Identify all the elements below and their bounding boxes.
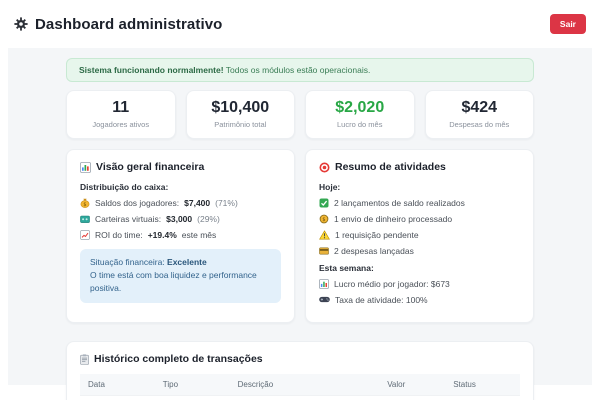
table-row: 15/01/2024 Lançamento João Silva - Poker… [80, 395, 520, 400]
activities-summary-card: Resumo de atividades Hoje: 2 lançamentos… [305, 149, 534, 323]
status-banner-bold: Sistema funcionando normalmente! [79, 65, 224, 75]
activity-item: 2 despesas lançadas [319, 246, 520, 256]
status-banner-text: Todos os módulos estão operacionais. [223, 65, 371, 75]
activity-item: $ 1 envio de dinheiro processado [319, 214, 520, 224]
clipboard-icon [80, 353, 89, 365]
finance-overview-card: Visão geral financeira Distribuição do c… [66, 149, 295, 323]
finance-item-value: $7,400 [184, 198, 211, 208]
activity-text: 2 lançamentos de saldo realizados [334, 198, 465, 208]
cell-date: 15/01/2024 [80, 395, 155, 400]
note-label: Situação financeira: [90, 257, 168, 267]
finance-item-player-balances: $ Saldos dos jogadores: $7,400 (71%) [80, 198, 281, 208]
finance-item-virtual-wallets: Carteiras virtuais: $3,000 (29%) [80, 214, 281, 224]
system-status-banner: Sistema funcionando normalmente! Todos o… [66, 58, 534, 82]
stat-card-month-expenses: $424 Despesas do mês [424, 90, 534, 139]
cash-distribution-label: Distribuição do caixa: [80, 182, 169, 192]
wallet-icon [80, 214, 90, 224]
stat-value: 11 [112, 99, 130, 116]
activity-text: Taxa de atividade: 100% [335, 295, 428, 305]
gear-icon [14, 17, 28, 31]
finance-item-value: $3,000 [166, 214, 193, 224]
finance-item-label: ROI do time: [95, 230, 143, 240]
note-value: Excelente [167, 257, 207, 267]
page-title: Dashboard administrativo [35, 15, 223, 33]
warning-icon [319, 230, 330, 240]
column-header-value: Valor [379, 374, 446, 396]
check-icon [319, 198, 329, 208]
today-label: Hoje: [319, 182, 341, 192]
activity-item: Taxa de atividade: 100% [319, 295, 520, 305]
finance-card-title-text: Visão geral financeira [96, 161, 205, 173]
stat-card-active-players: 11 Jogadores ativos [66, 90, 176, 139]
cell-status: Concluído [445, 395, 520, 400]
finance-item-label: Saldos dos jogadores: [95, 198, 180, 208]
financial-situation-note: Situação financeira: Excelente O time es… [80, 249, 281, 303]
stat-value: $10,400 [211, 99, 270, 116]
stat-label: Lucro do mês [337, 120, 383, 129]
activity-text: 1 envio de dinheiro processado [334, 214, 453, 224]
column-header-type: Tipo [154, 374, 230, 396]
activity-item: 2 lançamentos de saldo realizados [319, 198, 520, 208]
cell-value: +$140 [379, 395, 446, 400]
cell-type: Lançamento [154, 395, 230, 400]
finance-item-extra: (29%) [197, 214, 220, 224]
stat-value: $424 [461, 99, 498, 116]
svg-text:$: $ [322, 217, 325, 223]
finance-item-value: +19.4% [147, 230, 177, 240]
table-header-row: Data Tipo Descrição Valor Status [80, 374, 520, 396]
bar-chart-icon [319, 279, 329, 289]
chart-up-icon [80, 230, 90, 240]
svg-text:$: $ [83, 202, 86, 208]
credit-card-icon [319, 247, 329, 255]
logout-button[interactable]: Sair [549, 14, 586, 34]
transactions-table: Data Tipo Descrição Valor Status 15/01/2… [80, 374, 520, 400]
transactions-card-title-text: Histórico completo de transações [94, 353, 263, 365]
target-icon [319, 162, 330, 173]
stat-card-month-profit: $2,020 Lucro do mês [305, 90, 415, 139]
finance-item-roi: ROI do time: +19.4% este mês [80, 230, 281, 240]
overview-cards-row: Visão geral financeira Distribuição do c… [66, 149, 534, 323]
transactions-card-title: Histórico completo de transações [80, 353, 520, 365]
column-header-date: Data [80, 374, 155, 396]
activities-card-title-text: Resumo de atividades [335, 161, 446, 173]
finance-item-extra: (71%) [215, 198, 238, 208]
column-header-status: Status [445, 374, 520, 396]
app-header: Dashboard administrativo Sair [0, 0, 600, 48]
activity-text: 1 requisição pendente [335, 230, 419, 240]
note-text: O time está com boa liquidez e performan… [90, 270, 257, 294]
main-area: Sistema funcionando normalmente! Todos o… [8, 48, 592, 400]
transactions-card: Histórico completo de transações Data Ti… [66, 341, 534, 400]
week-label: Esta semana: [319, 263, 374, 273]
game-controller-icon [319, 296, 330, 304]
finance-item-extra: este mês [181, 230, 217, 240]
column-header-description: Descrição [229, 374, 380, 396]
stat-label: Patrimônio total [214, 120, 267, 129]
activity-text: Lucro médio por jogador: $673 [334, 279, 450, 289]
activities-card-title: Resumo de atividades [319, 161, 520, 173]
activity-item: 1 requisição pendente [319, 230, 520, 240]
cell-description: João Silva - PokerStars [229, 395, 380, 400]
stat-card-total-assets: $10,400 Patrimônio total [185, 90, 295, 139]
money-send-icon: $ [319, 214, 329, 224]
app-viewport: Dashboard administrativo Sair Sistema fu… [0, 0, 600, 400]
bar-chart-icon [80, 161, 91, 173]
money-bag-icon: $ [80, 198, 90, 208]
finance-item-label: Carteiras virtuais: [95, 214, 162, 224]
stats-row: 11 Jogadores ativos $10,400 Patrimônio t… [66, 90, 534, 139]
stat-label: Jogadores ativos [92, 120, 150, 129]
stat-value: $2,020 [335, 99, 385, 116]
activity-text: 2 despesas lançadas [334, 246, 414, 256]
finance-card-title: Visão geral financeira [80, 161, 281, 173]
activity-item: Lucro médio por jogador: $673 [319, 279, 520, 289]
stat-label: Despesas do mês [449, 120, 510, 129]
